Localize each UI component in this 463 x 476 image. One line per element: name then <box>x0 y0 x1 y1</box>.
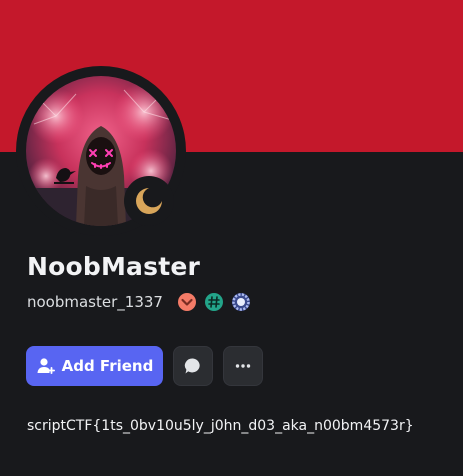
add-user-icon <box>37 358 55 374</box>
username: noobmaster_1337 <box>27 293 163 311</box>
add-friend-button[interactable]: Add Friend <box>26 346 163 386</box>
laurel-badge-icon[interactable] <box>231 292 251 312</box>
badge-list <box>177 292 251 312</box>
hashtag-badge-icon[interactable] <box>204 292 224 312</box>
message-button[interactable] <box>173 346 213 386</box>
chat-bubble-icon <box>184 358 200 374</box>
about-me-text: scriptCTF{1ts_0bv10u5ly_j0hn_d03_aka_n00… <box>27 418 414 434</box>
more-options-button[interactable] <box>223 346 263 386</box>
username-row: noobmaster_1337 <box>27 290 251 314</box>
ellipsis-icon <box>235 364 251 368</box>
add-friend-label: Add Friend <box>61 357 154 375</box>
display-name: NoobMaster <box>27 252 201 281</box>
idle-moon-icon <box>136 188 162 214</box>
profile-actions: Add Friend <box>26 346 263 386</box>
orange-chevron-badge-icon[interactable] <box>177 292 197 312</box>
